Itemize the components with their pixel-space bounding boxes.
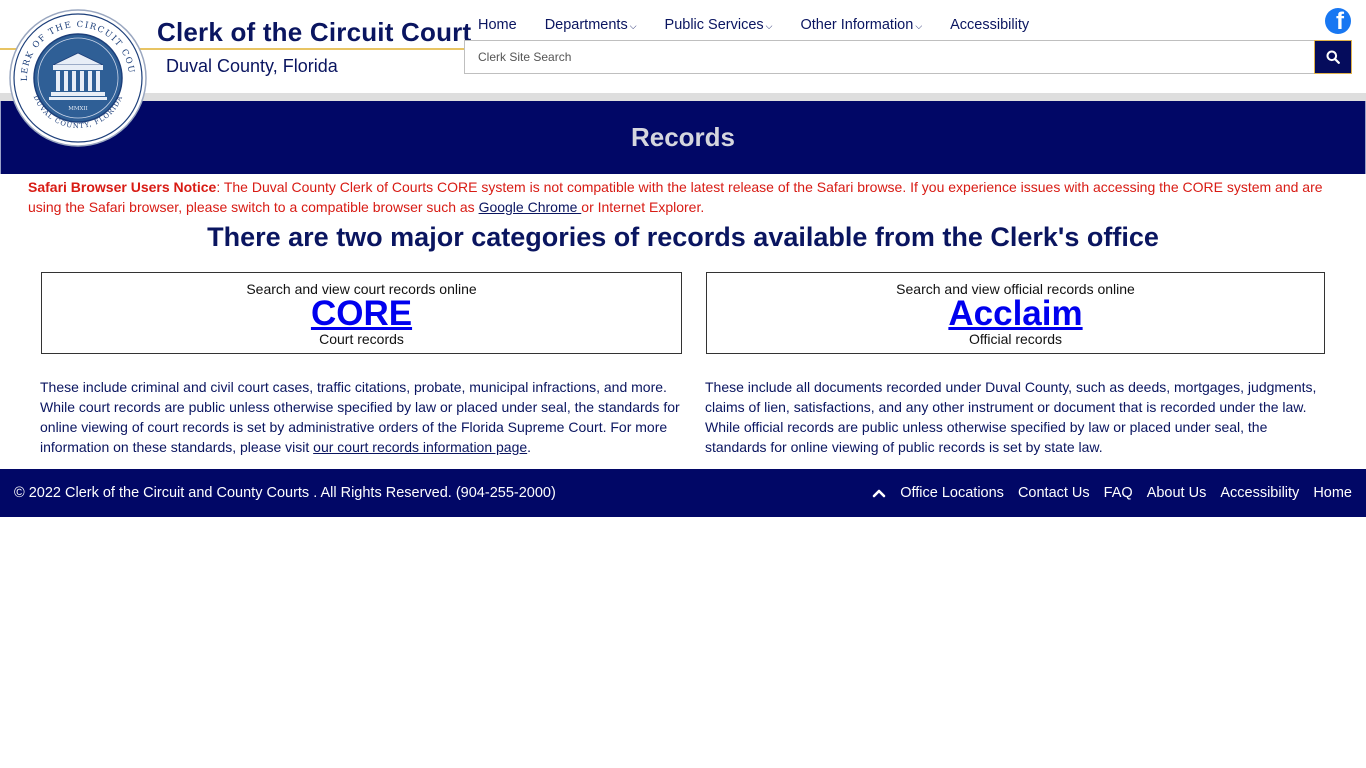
acclaim-card: Search and view official records online … bbox=[706, 272, 1325, 354]
official-records-description: These include all documents recorded und… bbox=[705, 379, 1317, 455]
nav-item-label: Departments bbox=[544, 17, 628, 33]
nav-item-accessibility[interactable]: Accessibility bbox=[950, 17, 1029, 33]
footer-link-office-locations[interactable]: Office Locations bbox=[900, 485, 1004, 501]
site-subtitle: Duval County, Florida bbox=[166, 56, 338, 76]
chevron-down-icon: ⌵ bbox=[629, 20, 637, 31]
nav-item-label: Other Information bbox=[800, 17, 914, 33]
facebook-icon[interactable]: f bbox=[1325, 8, 1351, 34]
search-icon bbox=[1326, 50, 1340, 64]
search-button[interactable] bbox=[1314, 40, 1352, 74]
safari-notice: Safari Browser Users Notice: The Duval C… bbox=[28, 177, 1338, 217]
acclaim-card-subtitle: Official records bbox=[968, 331, 1063, 347]
chevron-down-icon: ⌵ bbox=[915, 20, 923, 31]
court-records-info-link[interactable]: our court records information page bbox=[313, 439, 527, 455]
search-input[interactable] bbox=[464, 40, 1314, 74]
core-link[interactable]: CORE bbox=[42, 296, 681, 331]
core-card: Search and view court records online COR… bbox=[41, 272, 682, 354]
nav-item-label: Accessibility bbox=[950, 17, 1030, 33]
nav-item-public-services[interactable]: Public Services ⌵ bbox=[665, 17, 773, 33]
nav-item-departments[interactable]: Departments ⌵ bbox=[545, 17, 637, 33]
footer-link-faq[interactable]: FAQ bbox=[1104, 485, 1133, 501]
records-categories-heading: There are two major categories of record… bbox=[207, 222, 1159, 252]
footer-link-about-us[interactable]: About Us bbox=[1147, 485, 1207, 501]
footer-link-home[interactable]: Home bbox=[1313, 485, 1352, 501]
notice-text-end: or Internet Explorer. bbox=[581, 199, 705, 215]
acclaim-link[interactable]: Acclaim bbox=[707, 296, 1324, 331]
header-shadow-band bbox=[0, 93, 1366, 101]
footer-link-contact-us[interactable]: Contact Us bbox=[1018, 485, 1090, 501]
core-card-subtitle: Court records bbox=[319, 331, 404, 347]
court-records-description-end: . bbox=[527, 439, 532, 455]
nav-item-other-information[interactable]: Other Information ⌵ bbox=[800, 17, 922, 33]
page-banner: Records bbox=[0, 101, 1366, 174]
court-records-description: These include criminal and civil court c… bbox=[40, 377, 688, 457]
chevron-up-icon[interactable] bbox=[872, 486, 886, 500]
copyright-text: © 2022 Clerk of the Circuit and County C… bbox=[14, 485, 556, 501]
nav-item-home[interactable]: Home bbox=[478, 17, 517, 33]
site-footer: © 2022 Clerk of the Circuit and County C… bbox=[0, 469, 1366, 517]
nav-item-label: Home bbox=[478, 17, 517, 33]
site-search bbox=[464, 40, 1352, 74]
notice-heading: Safari Browser Users Notice bbox=[28, 179, 217, 195]
page-title: Records bbox=[630, 122, 736, 152]
footer-link-accessibility[interactable]: Accessibility bbox=[1220, 485, 1299, 501]
google-chrome-link[interactable]: Google Chrome bbox=[479, 199, 582, 215]
clerk-seal-logo[interactable]: CLERK OF THE CIRCUIT COURT DUVAL COUNTY,… bbox=[9, 9, 147, 147]
chevron-down-icon: ⌵ bbox=[765, 20, 773, 31]
nav-item-label: Public Services bbox=[664, 17, 764, 33]
footer-links: Office Locations Contact Us FAQ About Us… bbox=[872, 485, 1352, 501]
site-title[interactable]: Clerk of the Circuit Court bbox=[157, 17, 471, 48]
main-nav: Home Departments ⌵ Public Services ⌵ Oth… bbox=[465, 14, 1044, 36]
svg-text:MMXII: MMXII bbox=[68, 106, 88, 112]
